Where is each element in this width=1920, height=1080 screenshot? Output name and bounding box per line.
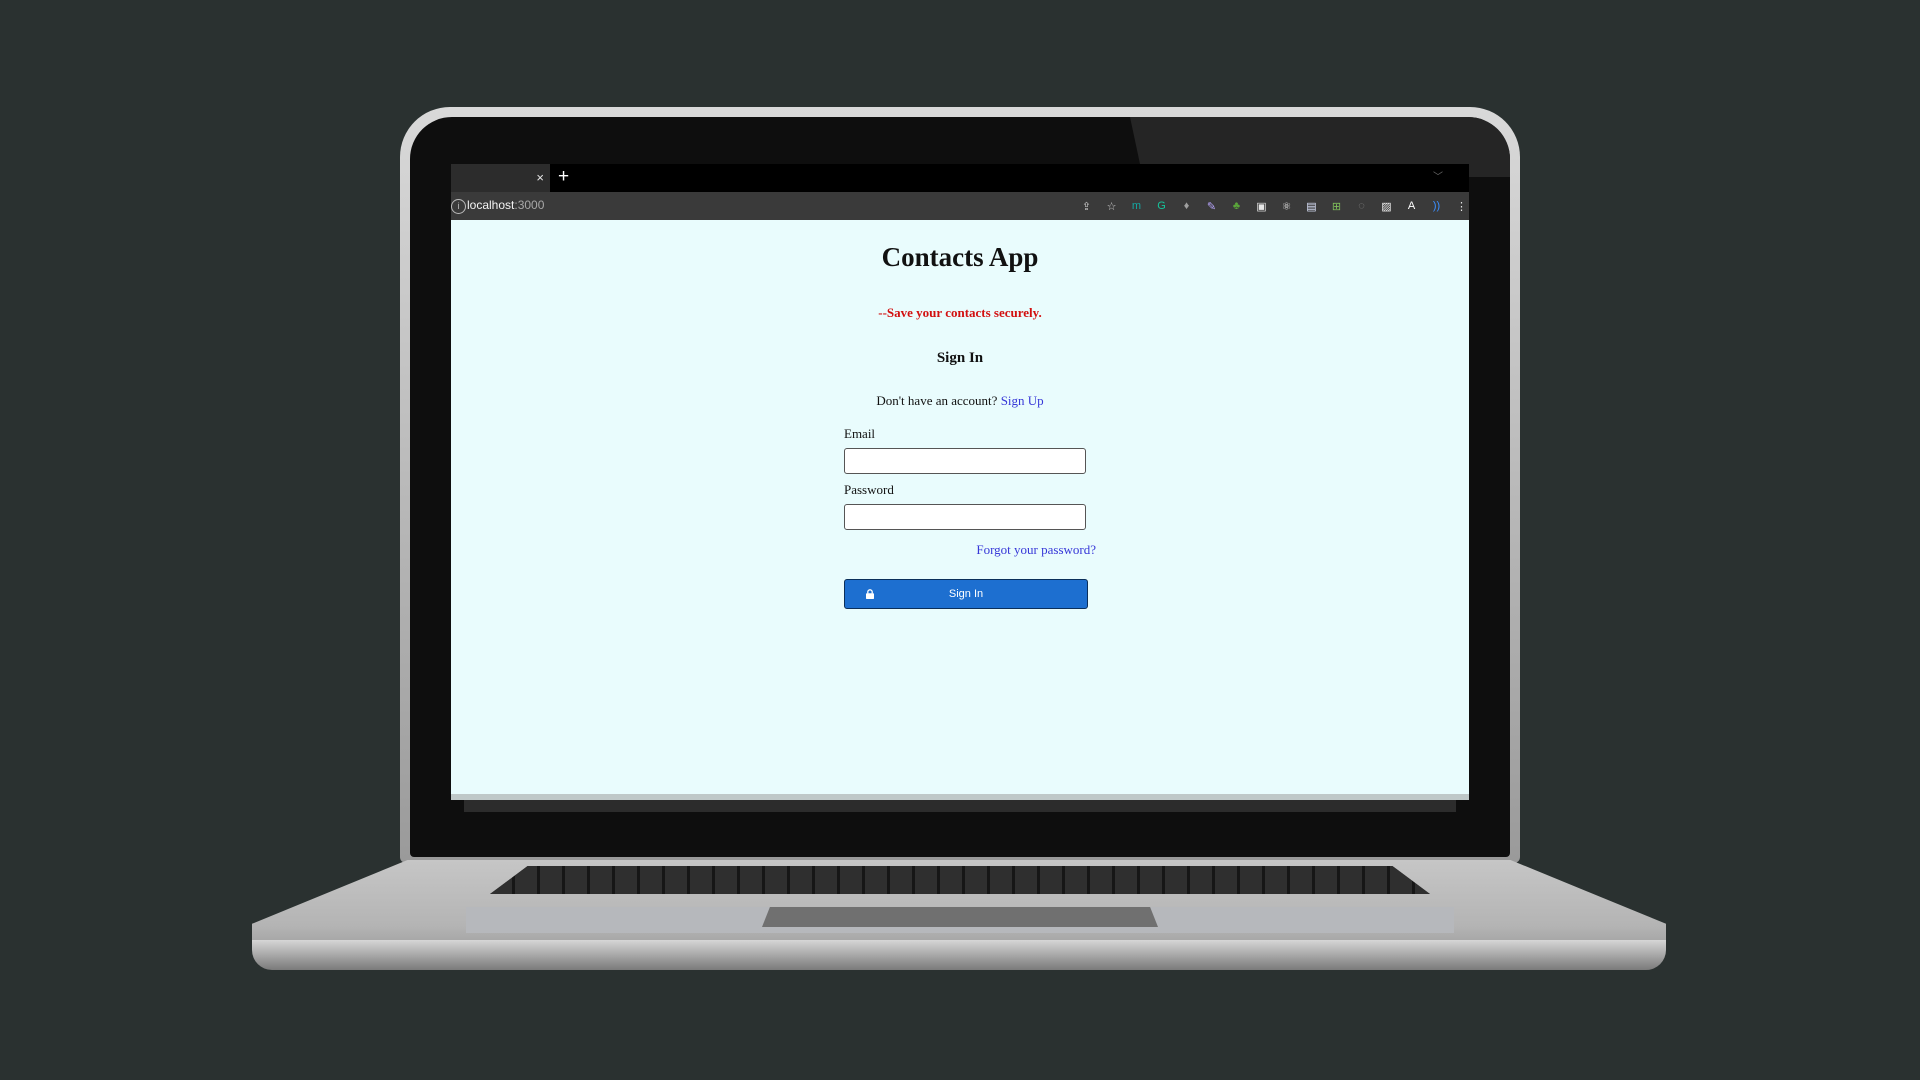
laptop-base-edge	[252, 940, 1666, 970]
menu-dots-icon[interactable]: ⋮	[1454, 199, 1469, 214]
browser-window: × + ﹀ i localhost:3000 ⇪ ☆ m G ♦ ✎ ♣ ▣ ⚛ ▤ ⊞ ◌ ▨ A)) ⋮…	[451, 164, 1469, 800]
trackpad	[762, 907, 1158, 927]
extension-react-icon[interactable]: ⚛	[1279, 199, 1294, 214]
lock-icon	[866, 589, 874, 599]
forgot-password-row: Forgot your password?	[844, 542, 1096, 558]
new-tab-icon[interactable]: +	[558, 166, 569, 188]
url-host: localhost	[467, 198, 515, 212]
extension-record-icon[interactable]: ▣	[1254, 199, 1269, 214]
extension-a-icon[interactable]: A	[1404, 199, 1419, 214]
email-input[interactable]	[844, 448, 1086, 474]
screen-lower-edge	[464, 800, 1456, 812]
url-port: :3000	[514, 198, 545, 212]
extension-translate-icon[interactable]: ⊞	[1329, 199, 1344, 214]
password-label: Password	[844, 482, 894, 497]
url-field[interactable]: localhost:3000	[467, 198, 544, 212]
email-label: Email	[844, 426, 876, 441]
extension-m-icon[interactable]: m	[1129, 199, 1144, 214]
site-info-icon[interactable]: i	[451, 199, 466, 214]
extension-window-icon[interactable]: ▤	[1304, 199, 1319, 214]
tab-strip: × + ﹀	[451, 164, 1469, 192]
signup-prompt: Don't have an account? Sign Up	[451, 393, 1469, 409]
password-input[interactable]	[844, 504, 1086, 530]
extension-eyedropper-icon[interactable]: ✎	[1204, 199, 1219, 214]
tab-close-icon[interactable]: ×	[536, 168, 544, 188]
toolbar-icons: ⇪ ☆ m G ♦ ✎ ♣ ▣ ⚛ ▤ ⊞ ◌ ▨ A)) ⋮	[1079, 192, 1469, 220]
tagline: --Save your contacts securely.	[878, 305, 1042, 320]
signin-button[interactable]: Sign In	[844, 579, 1088, 609]
signup-link[interactable]: Sign Up	[1001, 393, 1044, 408]
share-icon[interactable]: ⇪	[1079, 199, 1094, 214]
extension-wave-icon[interactable]: ))	[1429, 199, 1444, 214]
address-bar: i localhost:3000 ⇪ ☆ m G ♦ ✎ ♣ ▣ ⚛ ▤ ⊞ ◌ ▨ A)) ⋮	[451, 192, 1469, 220]
signin-form: Email Password Forgot your password? Sig…	[844, 426, 1096, 609]
page-title: Contacts App	[881, 242, 1039, 272]
forgot-password-link[interactable]: Forgot your password?	[976, 542, 1096, 557]
no-account-text: Don't have an account?	[876, 393, 1001, 408]
extension-circle-icon[interactable]: ◌	[1354, 199, 1369, 214]
extension-image-icon[interactable]: ▨	[1379, 199, 1394, 214]
signin-button-label: Sign In	[948, 588, 984, 600]
page-content: Contacts App --Save your contacts secure…	[451, 220, 1469, 794]
browser-tab[interactable]: ×	[451, 164, 550, 192]
extension-grammarly-icon[interactable]: G	[1154, 199, 1169, 214]
tab-search-chevron-icon[interactable]: ﹀	[1433, 168, 1443, 183]
extension-tree-icon[interactable]: ♣	[1229, 199, 1244, 214]
bookmark-star-icon[interactable]: ☆	[1104, 199, 1119, 214]
signin-heading: Sign In	[936, 350, 984, 366]
extension-bulb-icon[interactable]: ♦	[1179, 199, 1194, 214]
laptop-keyboard	[490, 866, 1430, 894]
